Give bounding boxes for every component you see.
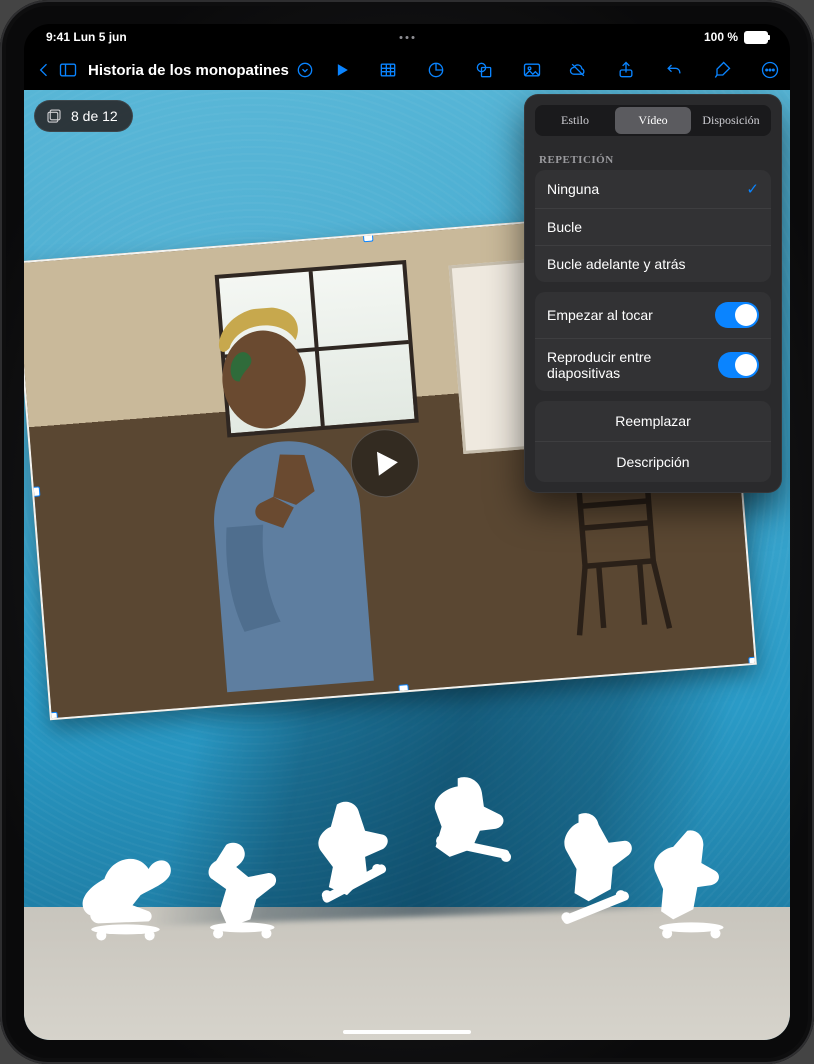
option-label: Bucle [547, 219, 582, 235]
toggle-label: Empezar al tocar [547, 307, 653, 323]
option-label: Ninguna [547, 181, 599, 197]
description-button[interactable]: Descripción [535, 442, 771, 482]
tab-video[interactable]: Vídeo [615, 107, 691, 134]
back-button[interactable] [34, 55, 54, 85]
repeat-option-loop-back-forth[interactable]: Bucle adelante y atrás [535, 246, 771, 282]
status-time: 9:41 [46, 30, 70, 44]
skater-silhouettes [55, 708, 760, 946]
play-button[interactable] [327, 55, 357, 85]
table-insert-button[interactable] [373, 55, 403, 85]
document-title[interactable]: Historia de los monopatines [88, 62, 289, 79]
switch-icon[interactable] [718, 352, 759, 378]
sidebar-toggle-button[interactable] [58, 55, 78, 85]
inspector-tabs: Estilo Vídeo Disposición [535, 105, 771, 136]
media-insert-button[interactable] [517, 55, 547, 85]
action-label: Descripción [616, 454, 689, 470]
home-indicator[interactable] [343, 1030, 471, 1034]
slide-canvas[interactable]: 8 de 12 [24, 90, 790, 1040]
collab-cloud-button[interactable] [563, 55, 593, 85]
repeat-option-loop[interactable]: Bucle [535, 209, 771, 246]
shape-insert-button[interactable] [469, 55, 499, 85]
title-dropdown-button[interactable] [295, 55, 315, 85]
share-button[interactable] [611, 55, 641, 85]
status-right: 100 % [704, 30, 768, 44]
option-label: Bucle adelante y atrás [547, 256, 686, 272]
tab-style[interactable]: Estilo [537, 107, 613, 134]
repeat-option-none[interactable]: Ninguna ✓ [535, 170, 771, 209]
more-button[interactable] [755, 55, 785, 85]
format-brush-button[interactable] [707, 55, 737, 85]
screen: 9:41 Lun 5 jun 100 % Historia de los mon… [24, 24, 790, 1040]
slide-navigator-pill[interactable]: 8 de 12 [34, 100, 133, 132]
toggle-play-across-slides[interactable]: Reproducir entre diapositivas [535, 339, 771, 391]
toggle-label: Reproducir entre diapositivas [547, 349, 718, 381]
switch-icon[interactable] [715, 302, 759, 328]
undo-button[interactable] [659, 55, 689, 85]
status-bar: 9:41 Lun 5 jun 100 % [24, 24, 790, 50]
slide-counter-label: 8 de 12 [71, 108, 118, 124]
toggle-list: Empezar al tocar Reproducir entre diapos… [535, 292, 771, 391]
toggle-start-on-tap[interactable]: Empezar al tocar [535, 292, 771, 339]
app-toolbar: Historia de los monopatines [24, 50, 790, 90]
slides-stack-icon [45, 107, 63, 125]
format-inspector-popover: Estilo Vídeo Disposición REPETICIÓN Ning… [524, 94, 782, 493]
replace-button[interactable]: Reemplazar [535, 401, 771, 442]
multitask-dots[interactable] [400, 36, 415, 39]
status-time-date: 9:41 Lun 5 jun [46, 30, 127, 44]
action-label: Reemplazar [615, 413, 690, 429]
checkmark-icon: ✓ [746, 180, 759, 198]
battery-percent: 100 % [704, 30, 738, 44]
action-list: Reemplazar Descripción [535, 401, 771, 482]
battery-icon [744, 31, 768, 44]
section-header-repeat: REPETICIÓN [525, 146, 781, 170]
repeat-option-list: Ninguna ✓ Bucle Bucle adelante y atrás [535, 170, 771, 282]
status-date: Lun 5 jun [73, 30, 126, 44]
tab-layout[interactable]: Disposición [693, 107, 769, 134]
chart-insert-button[interactable] [421, 55, 451, 85]
ipad-frame: 9:41 Lun 5 jun 100 % Historia de los mon… [0, 0, 814, 1064]
